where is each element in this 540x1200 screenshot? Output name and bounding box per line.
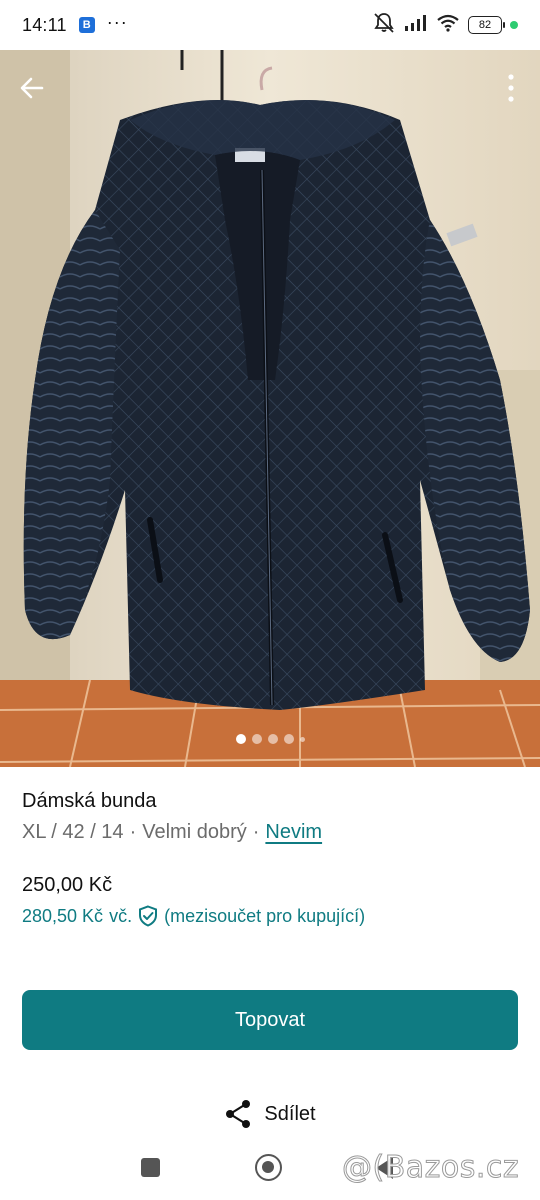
carousel-indicator	[0, 734, 540, 744]
buyer-price-row[interactable]: 280,50 Kč vč. (mezisoučet pro kupující)	[22, 905, 365, 927]
listing-photo-carousel[interactable]	[0, 50, 540, 767]
back-button[interactable]	[12, 68, 52, 108]
carousel-dot[interactable]	[251, 734, 262, 744]
wifi-icon	[436, 14, 460, 37]
share-icon	[226, 1100, 251, 1128]
arrow-back-icon	[20, 77, 44, 99]
app-notification-icon: B	[78, 17, 95, 33]
status-bar: 14:11 B ··· 82	[0, 0, 540, 50]
listing-details: Dámská bunda XL / 42 / 14 · Velmi dobrý …	[22, 790, 522, 844]
listing-title: Dámská bunda	[22, 790, 157, 812]
carousel-dot[interactable]	[267, 734, 278, 744]
promote-button[interactable]: Topovat	[22, 990, 518, 1050]
more-options-button[interactable]	[496, 68, 526, 108]
item-price: 250,00 Kč	[22, 874, 113, 896]
carousel-dot[interactable]	[299, 736, 305, 742]
separator: ·	[252, 821, 260, 843]
brand-link[interactable]: Nevim	[265, 821, 322, 844]
condition-label: Velmi dobrý	[142, 821, 247, 843]
buyer-price-note: (mezisoučet pro kupující)	[164, 905, 366, 926]
share-label: Sdílet	[264, 1102, 316, 1125]
home-button[interactable]	[255, 1154, 282, 1181]
more-vert-icon	[508, 74, 514, 102]
jacket-photo	[0, 50, 540, 767]
mute-icon	[372, 12, 396, 39]
listing-attributes: XL / 42 / 14 · Velmi dobrý · Nevim	[22, 821, 522, 844]
buyer-price-value: 280,50 Kč	[22, 905, 104, 926]
more-notifications-icon: ···	[106, 11, 128, 32]
privacy-indicator-dot	[510, 21, 518, 29]
share-button[interactable]: Sdílet	[0, 1094, 540, 1134]
recent-apps-button[interactable]	[141, 1158, 160, 1177]
separator: ·	[129, 821, 137, 843]
buyer-price-suffix: vč.	[109, 905, 133, 926]
system-navigation-bar: @(Bazos.cz	[0, 1145, 540, 1200]
signal-icon	[404, 14, 428, 37]
carousel-dot[interactable]	[235, 734, 246, 744]
carousel-dot[interactable]	[283, 734, 294, 744]
shield-check-icon	[139, 905, 158, 927]
size-label: XL / 42 / 14	[22, 821, 124, 843]
status-time: 14:11	[22, 14, 67, 35]
battery-indicator: 82	[468, 16, 505, 34]
bazos-watermark: @(Bazos.cz	[341, 1150, 520, 1186]
